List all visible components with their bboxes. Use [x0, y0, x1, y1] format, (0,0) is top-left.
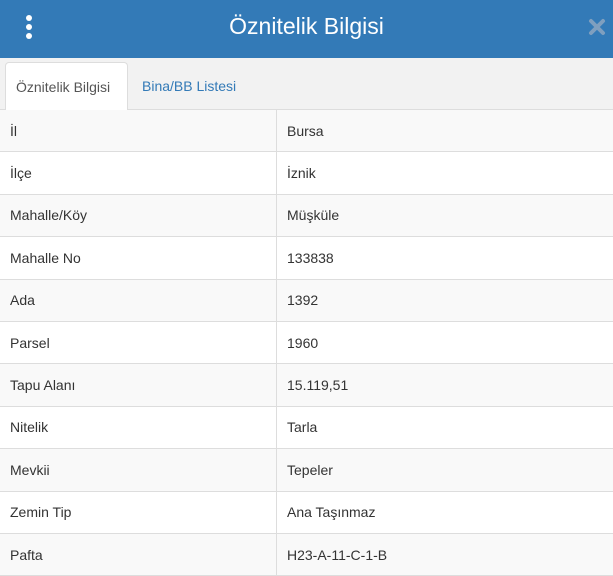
attribute-value: Tepeler — [287, 461, 333, 478]
attribute-key: Mahalle No — [0, 237, 277, 279]
tab-bar: Öznitelik Bilgisi Bina/BB Listesi — [0, 58, 613, 111]
attribute-key: İlçe — [0, 152, 277, 194]
table-row: Tapu Alanı 15.119,51 — [0, 364, 613, 407]
tab-building-list[interactable]: Bina/BB Listesi — [132, 62, 246, 110]
table-row: İl Bursa — [0, 110, 613, 153]
attribute-key: Zemin Tip — [0, 491, 277, 533]
attribute-value: 15.119,51 — [287, 377, 349, 394]
attribute-value: İznik — [287, 165, 316, 182]
attribute-value: 1392 — [287, 292, 319, 309]
attribute-value: 1960 — [287, 334, 319, 351]
attribute-value: 133838 — [287, 249, 334, 266]
tab-attribute-info[interactable]: Öznitelik Bilgisi — [5, 62, 128, 111]
attribute-key: Nitelik — [0, 406, 277, 449]
table-row: Zemin Tip Ana Taşınmaz — [0, 491, 613, 534]
table-row: İlçe İznik — [0, 152, 613, 195]
attribute-value: Tarla — [287, 419, 318, 436]
table-row: Parsel 1960 — [0, 321, 613, 365]
attribute-key: Mahalle/Köy — [0, 194, 277, 237]
close-icon[interactable] — [585, 15, 609, 39]
attribute-value: Bursa — [287, 122, 324, 139]
attribute-value: Ana Taşınmaz — [287, 504, 376, 521]
table-row: Mahalle No 133838 — [0, 237, 613, 280]
attribute-key: Mevkii — [0, 449, 277, 491]
attribute-key: Tapu Alanı — [0, 364, 277, 406]
table-row: Pafta H23-A-11-C-1-B — [0, 533, 613, 576]
table-row: Mahalle/Köy Müşküle — [0, 194, 613, 238]
attribute-key: Pafta — [0, 533, 277, 576]
attribute-key: Ada — [0, 279, 277, 321]
attribute-table: İl Bursa İlçe İznik Mahalle/Köy Müşküle … — [0, 110, 613, 576]
attribute-key: Parsel — [0, 321, 277, 364]
attribute-value: Müşküle — [287, 207, 340, 224]
attribute-key: İl — [0, 110, 277, 152]
page-title: Öznitelik Bilgisi — [229, 13, 384, 39]
attribute-value: H23-A-11-C-1-B — [287, 546, 388, 563]
table-row: Nitelik Tarla — [0, 406, 613, 450]
table-row: Mevkii Tepeler — [0, 449, 613, 492]
table-row: Ada 1392 — [0, 279, 613, 322]
header-bar: Öznitelik Bilgisi — [0, 0, 613, 58]
